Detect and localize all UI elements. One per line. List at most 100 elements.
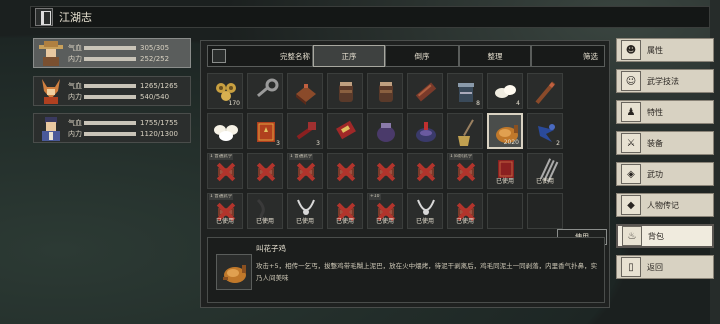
item-slot[interactable]: 4	[487, 73, 523, 109]
item-slot[interactable]: 1 普通武学 已使用	[207, 193, 243, 229]
item-slot[interactable]	[367, 153, 403, 189]
unusable-cross-icon	[295, 161, 317, 183]
character-card-2[interactable]: 气血 1265/1265 内力 540/540	[33, 76, 191, 106]
item-slot[interactable]: 1 普通武学	[207, 153, 243, 189]
used-label: 已使用	[415, 218, 434, 225]
item-slot[interactable]	[327, 113, 363, 149]
item-slot[interactable]	[527, 73, 563, 109]
item-slot[interactable]	[207, 113, 243, 149]
hp-value: 1265/1265	[140, 81, 178, 90]
mp-value: 252/252	[140, 54, 170, 63]
used-label: 已使用	[375, 218, 394, 225]
full-name-checkbox[interactable]	[212, 49, 226, 63]
unusable-cross-icon	[415, 161, 437, 183]
item-slot[interactable]	[287, 73, 323, 109]
sword-icon: ⚔	[621, 133, 641, 153]
item-count: 2	[556, 140, 560, 147]
martial-icon: ☺	[621, 71, 641, 91]
jar-icon	[368, 74, 402, 108]
item-name: 叫花子鸡	[256, 244, 286, 253]
page-title: 江湖志	[59, 11, 92, 24]
menu-martial-button[interactable]: ☺ 武学技法	[616, 69, 714, 93]
item-slot[interactable]	[447, 113, 483, 149]
menu-door-button[interactable]: ▯ 返回	[616, 255, 714, 279]
item-slot[interactable]: 已使用	[247, 193, 283, 229]
item-slot[interactable]: 2	[527, 113, 563, 149]
used-label: 已使用	[255, 218, 274, 225]
avatar-straw-hat-icon	[36, 39, 66, 67]
used-label: 已使用	[335, 218, 354, 225]
item-slot[interactable]: +10 已使用	[367, 193, 403, 229]
mp-label: 内力	[68, 54, 82, 63]
menu-tag-button[interactable]: ◈ 武功	[616, 162, 714, 186]
item-slot[interactable]	[407, 153, 443, 189]
arrange-button[interactable]: 整理	[459, 45, 531, 67]
menu-sword-button[interactable]: ⚔ 装备	[616, 131, 714, 155]
item-description: 攻击+5，相传一乞丐，拔整鸡带毛糊上泥巴，放在火中煨烤，待泥干剥离后，鸡毛同泥土…	[256, 262, 598, 282]
item-slot[interactable]	[407, 113, 443, 149]
hp-label: 气血	[68, 118, 82, 127]
menu-label: 属性	[647, 45, 663, 55]
item-slot[interactable]	[367, 113, 403, 149]
item-slot[interactable]	[367, 73, 403, 109]
sort-desc-tab[interactable]: 倒序	[385, 45, 459, 67]
sort-asc-tab[interactable]: 正序	[313, 45, 385, 67]
title-bar: 江湖志	[30, 6, 710, 28]
item-slot[interactable]: 3	[247, 113, 283, 149]
unusable-cross-icon	[215, 161, 237, 183]
menu-bag-button[interactable]: ♨ 背包	[616, 224, 714, 248]
full-name-toggle[interactable]: 完整名称	[207, 45, 313, 67]
tag-icon: ◈	[621, 164, 641, 184]
item-slot[interactable]	[327, 73, 363, 109]
item-slot[interactable]	[407, 73, 443, 109]
item-slot[interactable]	[247, 153, 283, 189]
stick-icon	[528, 74, 562, 108]
item-rank-badge: +10	[369, 194, 381, 200]
item-slot[interactable]: 1 普通武学	[287, 153, 323, 189]
unusable-cross-icon	[335, 161, 357, 183]
filter-button[interactable]: 筛选	[531, 45, 605, 67]
empty-slot[interactable]	[487, 193, 523, 229]
menu-label: 人物传记	[647, 200, 679, 210]
used-label: 已使用	[295, 218, 314, 225]
item-slot[interactable]: 已使用	[407, 193, 443, 229]
avatar-fox-icon	[36, 77, 66, 105]
item-slot[interactable]: 已使用	[327, 193, 363, 229]
item-rank-badge: 1 普通武学	[209, 194, 234, 200]
item-slot[interactable]: 已使用	[487, 153, 523, 189]
item-slot[interactable]	[247, 73, 283, 109]
empty-slot[interactable]	[527, 193, 563, 229]
item-count: 4	[516, 100, 520, 107]
item-slot[interactable]: 已使用	[287, 193, 323, 229]
mp-value: 1120/1300	[140, 129, 178, 138]
hp-label: 气血	[68, 81, 82, 90]
mp-label: 内力	[68, 92, 82, 101]
item-slot[interactable]: 已使用	[527, 153, 563, 189]
item-slot[interactable]: 3	[287, 113, 323, 149]
mp-bar	[84, 56, 136, 61]
item-rank-badge: 1 四阶武学	[449, 154, 474, 160]
menu-label: 装备	[647, 138, 663, 148]
item-slot[interactable]: 8	[447, 73, 483, 109]
buns-icon	[208, 114, 242, 148]
item-slot[interactable]	[327, 153, 363, 189]
scroll-icon	[408, 74, 442, 108]
character-card-3[interactable]: 气血 1755/1755 内力 1120/1300	[33, 113, 191, 143]
character-card-1[interactable]: 气血 305/305 内力 252/252	[33, 38, 191, 68]
menu-diamond-button[interactable]: ◆ 人物传记	[616, 193, 714, 217]
journal-icon[interactable]	[35, 8, 53, 26]
used-label: 已使用	[455, 218, 474, 225]
item-count: 8	[476, 100, 480, 107]
used-label: 已使用	[495, 178, 514, 185]
hp-value: 305/305	[140, 43, 170, 52]
menu-label: 特性	[647, 107, 663, 117]
item-slot[interactable]: 已使用	[447, 193, 483, 229]
menu-person-button[interactable]: ☻ 属性	[616, 38, 714, 62]
item-slot[interactable]: 2020	[487, 113, 523, 149]
item-slot[interactable]: 170	[207, 73, 243, 109]
item-count: 3	[276, 140, 280, 147]
menu-trait-button[interactable]: ♟ 特性	[616, 100, 714, 124]
menu-label: 返回	[647, 262, 663, 272]
menu-label: 背包	[648, 231, 664, 241]
item-slot[interactable]: 1 四阶武学	[447, 153, 483, 189]
